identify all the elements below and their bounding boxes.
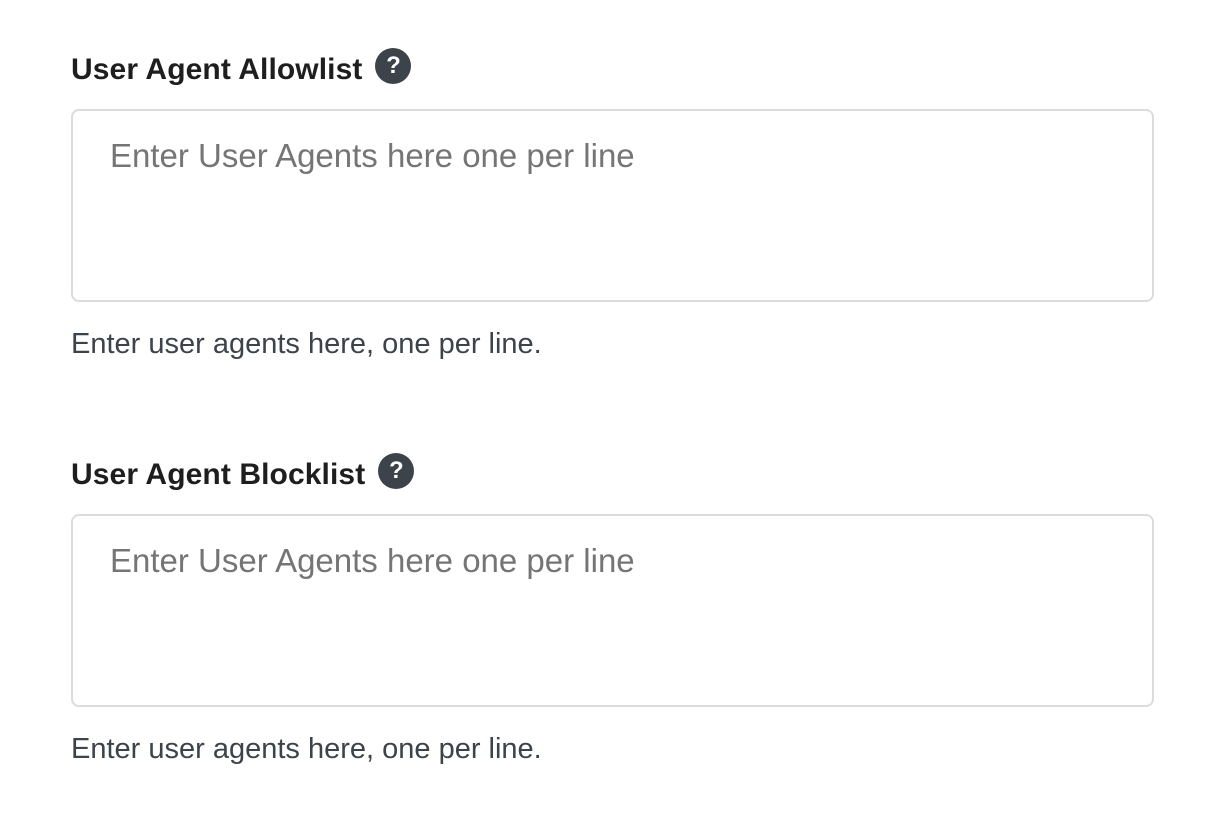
blocklist-label: User Agent Blocklist <box>71 458 366 491</box>
user-agent-allowlist-field: User Agent Allowlist ? Enter user agents… <box>71 48 1154 361</box>
allowlist-textarea[interactable] <box>71 109 1154 302</box>
allowlist-description: Enter user agents here, one per line. <box>71 328 542 360</box>
allowlist-label-row: User Agent Allowlist ? <box>71 48 1154 92</box>
allowlist-label: User Agent Allowlist <box>71 53 363 86</box>
user-agent-blocklist-field: User Agent Blocklist ? Enter user agents… <box>71 453 1154 766</box>
help-question-icon[interactable]: ? <box>375 48 412 84</box>
help-question-icon[interactable]: ? <box>378 453 415 489</box>
blocklist-textarea[interactable] <box>71 514 1154 707</box>
blocklist-description: Enter user agents here, one per line. <box>71 733 542 765</box>
blocklist-label-row: User Agent Blocklist ? <box>71 453 1154 497</box>
